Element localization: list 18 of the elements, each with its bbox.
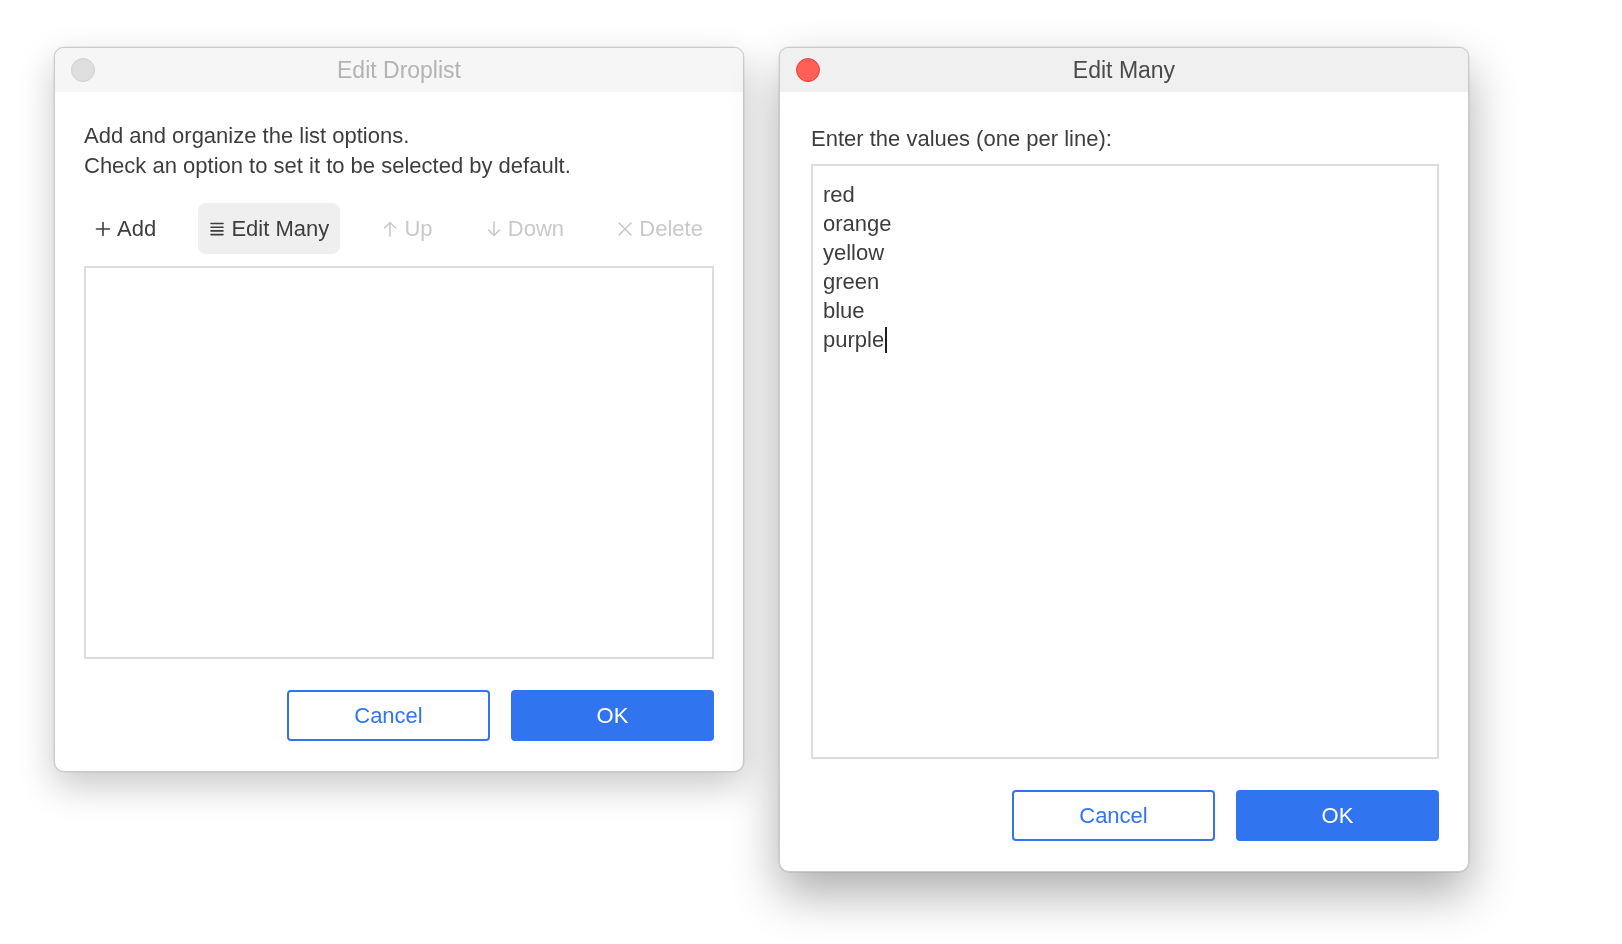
close-button[interactable] xyxy=(796,58,820,82)
prompt-text: Enter the values (one per line): xyxy=(811,125,1113,153)
cancel-button[interactable]: Cancel xyxy=(1012,790,1215,841)
toolbar-button[interactable]: Edit Many xyxy=(198,203,341,254)
arrow-down-icon xyxy=(485,220,502,237)
ok-button[interactable]: OK xyxy=(1236,790,1439,841)
arrow-up-icon xyxy=(382,220,399,237)
window-title: Edit Many xyxy=(1072,56,1176,84)
instructions-text: Add and organize the list options. Check an option to set it to be selected by default. xyxy=(84,122,572,180)
list-icon xyxy=(209,220,226,237)
close-icon xyxy=(617,220,634,237)
window-title: Edit Droplist xyxy=(337,56,461,84)
options-list[interactable] xyxy=(84,266,714,659)
ok-button[interactable]: OK xyxy=(511,690,714,741)
plus-icon xyxy=(95,220,111,237)
toolbar-button[interactable]: Add xyxy=(84,203,168,254)
cancel-button[interactable]: Cancel xyxy=(287,690,490,741)
values-text-area[interactable]: red orange yellow green blue purple xyxy=(811,164,1439,759)
